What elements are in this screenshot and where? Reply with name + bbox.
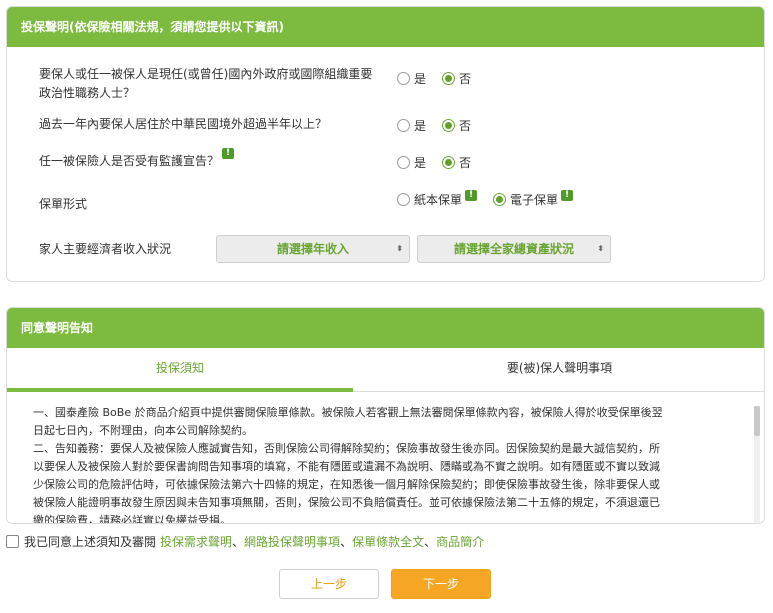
pep-no-radio[interactable]: [442, 72, 456, 85]
pep-options: 是 否: [397, 70, 487, 87]
link-needs-statement[interactable]: 投保需求聲明: [160, 533, 232, 550]
select-caret-icon: ⬍: [597, 244, 604, 253]
next-step-button[interactable]: 下一步: [391, 569, 491, 599]
info-icon[interactable]: !: [222, 148, 235, 159]
e-policy-radio[interactable]: [493, 193, 507, 206]
tab-applicant-statement[interactable]: 要(被)保人聲明事項: [353, 348, 764, 392]
link-product-brief[interactable]: 商品簡介: [436, 533, 484, 550]
pep-no-label: 否: [459, 72, 472, 86]
pep-yes-radio[interactable]: [397, 72, 410, 85]
policy-form-options: 紙本保單 ! 電子保單 !: [397, 190, 574, 208]
link-policy-terms[interactable]: 保單條款全文: [352, 533, 424, 550]
link-online-statement[interactable]: 網路投保聲明事項: [244, 533, 340, 550]
assets-select[interactable]: 請選擇全家總資產狀況 ⬍: [417, 235, 611, 263]
overseas-no-label: 否: [459, 119, 472, 133]
tab-insurance-notice[interactable]: 投保須知: [7, 348, 353, 392]
question-guardianship: 任一被保險人是否受有監護宣告？!: [39, 148, 235, 171]
paper-policy-label: 紙本保單: [414, 193, 463, 207]
income-label: 家人主要經濟者收入狀況: [39, 242, 172, 256]
agree-checkbox[interactable]: [6, 535, 19, 548]
info-icon[interactable]: !: [465, 190, 478, 201]
select-caret-icon: ⬍: [396, 244, 403, 253]
guardianship-yes-label: 是: [414, 156, 427, 170]
declaration-panel: 投保聲明(依保險相關法規，須請您提供以下資訊) 要保人或任一被保人是現任(或曾任…: [6, 6, 765, 282]
consent-panel: 同意聲明告知 投保須知 要(被)保人聲明事項 一、國泰產險 BoBe 於商品介紹…: [6, 307, 765, 524]
guardianship-yes-radio[interactable]: [397, 156, 410, 169]
question-pep: 要保人或任一被保人是現任(或曾任)國內外政府或國際組織重要 政治性職務人士？: [39, 67, 373, 100]
consent-tabs: 投保須知 要(被)保人聲明事項: [7, 348, 764, 392]
pep-yes-label: 是: [414, 72, 427, 86]
declaration-title: 投保聲明(依保險相關法規，須請您提供以下資訊): [7, 7, 764, 47]
guardianship-options: 是 否: [397, 154, 487, 171]
income-select[interactable]: 請選擇年收入 ⬍: [216, 235, 410, 263]
overseas-no-radio[interactable]: [442, 119, 456, 132]
agree-text: 我已同意上述須知及審閱: [24, 535, 157, 549]
paper-policy-radio[interactable]: [397, 193, 410, 206]
e-policy-label: 電子保單: [510, 193, 559, 207]
info-icon[interactable]: !: [561, 190, 574, 201]
question-overseas: 過去一年內要保人居住於中華民國境外超過半年以上？: [39, 117, 328, 131]
terms-scrollbar[interactable]: [754, 406, 760, 523]
overseas-options: 是 否: [397, 117, 487, 134]
overseas-yes-label: 是: [414, 119, 427, 133]
guardianship-no-radio[interactable]: [442, 156, 456, 169]
agree-row: 我已同意上述須知及審閱 投保需求聲明 、 網路投保聲明事項 、 保單條款全文 、…: [6, 533, 484, 550]
prev-step-button[interactable]: 上一步: [279, 569, 379, 599]
guardianship-no-label: 否: [459, 156, 472, 170]
policy-form-label: 保單形式: [39, 197, 88, 211]
consent-title: 同意聲明告知: [7, 308, 764, 348]
terms-text: 一、國泰產險 BoBe 於商品介紹頁中提供審閱保險單條款。被保險人若客觀上無法審…: [33, 406, 663, 524]
overseas-yes-radio[interactable]: [397, 119, 410, 132]
scrollbar-thumb[interactable]: [754, 406, 760, 436]
